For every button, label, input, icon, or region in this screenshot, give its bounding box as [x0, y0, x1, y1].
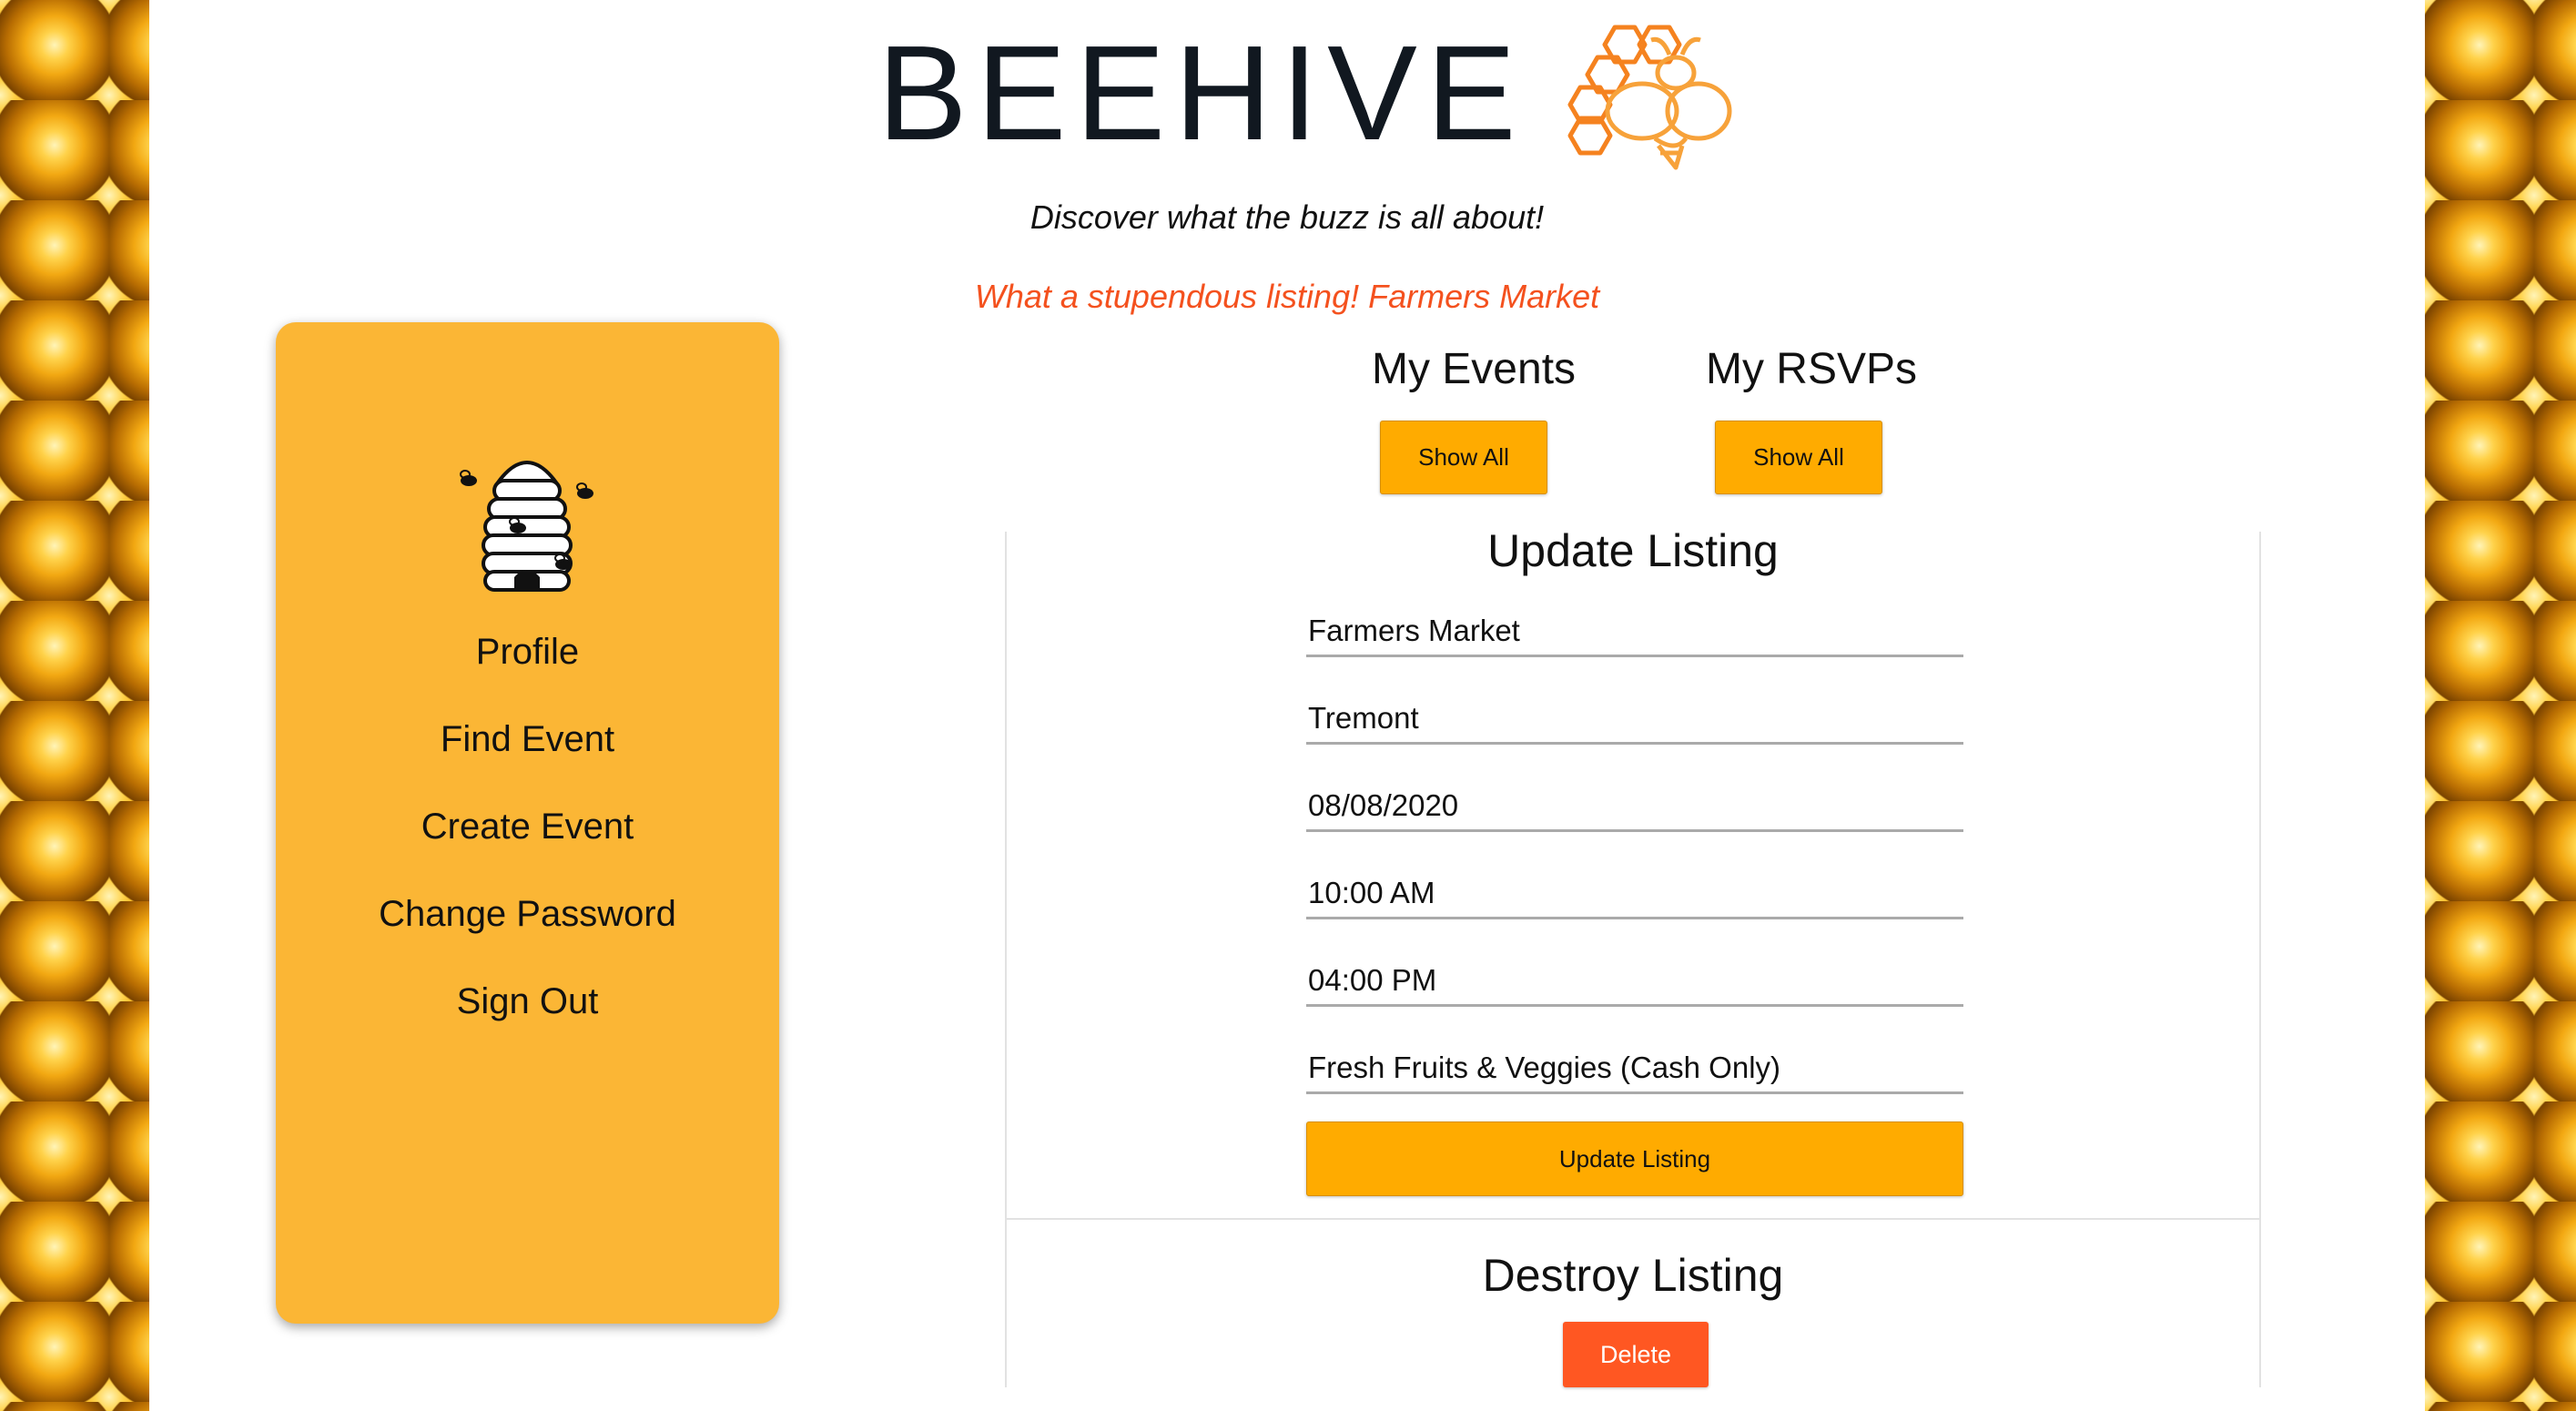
- bee-honeycomb-logo-icon: [1567, 25, 1732, 170]
- delete-button[interactable]: Delete: [1563, 1322, 1709, 1387]
- main-page: BEEHIVE Discover what the buzz is all ab…: [149, 0, 2425, 1411]
- section-divider: [1007, 1218, 2259, 1220]
- brand-title: BEEHIVE: [877, 18, 1526, 168]
- honeycomb-background-right: [2425, 0, 2576, 1411]
- event-end-time-field[interactable]: [1306, 956, 1963, 1007]
- event-date-field[interactable]: [1306, 781, 1963, 832]
- event-description-field[interactable]: [1306, 1043, 1963, 1094]
- sidebar-nav: Profile Find Event Create Event Change P…: [276, 630, 779, 1067]
- sidebar-item-sign-out[interactable]: Sign Out: [276, 980, 779, 1067]
- beehive-icon: [460, 461, 593, 592]
- my-rsvps-show-all-button[interactable]: Show All: [1715, 421, 1882, 494]
- my-events-show-all-button[interactable]: Show All: [1380, 421, 1547, 494]
- event-start-time-field[interactable]: [1306, 868, 1963, 919]
- sidebar: Profile Find Event Create Event Change P…: [276, 322, 779, 1324]
- sidebar-item-profile[interactable]: Profile: [276, 630, 779, 717]
- sidebar-item-change-password[interactable]: Change Password: [276, 892, 779, 980]
- flash-message: What a stupendous listing! Farmers Marke…: [974, 278, 1600, 315]
- update-listing-button[interactable]: Update Listing: [1306, 1122, 1963, 1196]
- my-rsvps-heading: My RSVPs: [1705, 345, 1918, 393]
- event-location-field[interactable]: [1306, 694, 1963, 745]
- brand-header: BEEHIVE: [877, 16, 1735, 171]
- sidebar-item-find-event[interactable]: Find Event: [276, 717, 779, 805]
- listing-forms-panel: Update Listing Update Listing Destroy Li…: [1005, 525, 2261, 1387]
- honeycomb-background-left: [0, 0, 149, 1411]
- destroy-listing-title: Destroy Listing: [1482, 1250, 1784, 1301]
- event-name-field[interactable]: [1306, 606, 1963, 657]
- my-events-heading: My Events: [1371, 345, 1577, 393]
- tagline: Discover what the buzz is all about!: [1029, 198, 1545, 236]
- update-listing-title: Update Listing: [1487, 525, 1779, 576]
- sidebar-item-create-event[interactable]: Create Event: [276, 805, 779, 892]
